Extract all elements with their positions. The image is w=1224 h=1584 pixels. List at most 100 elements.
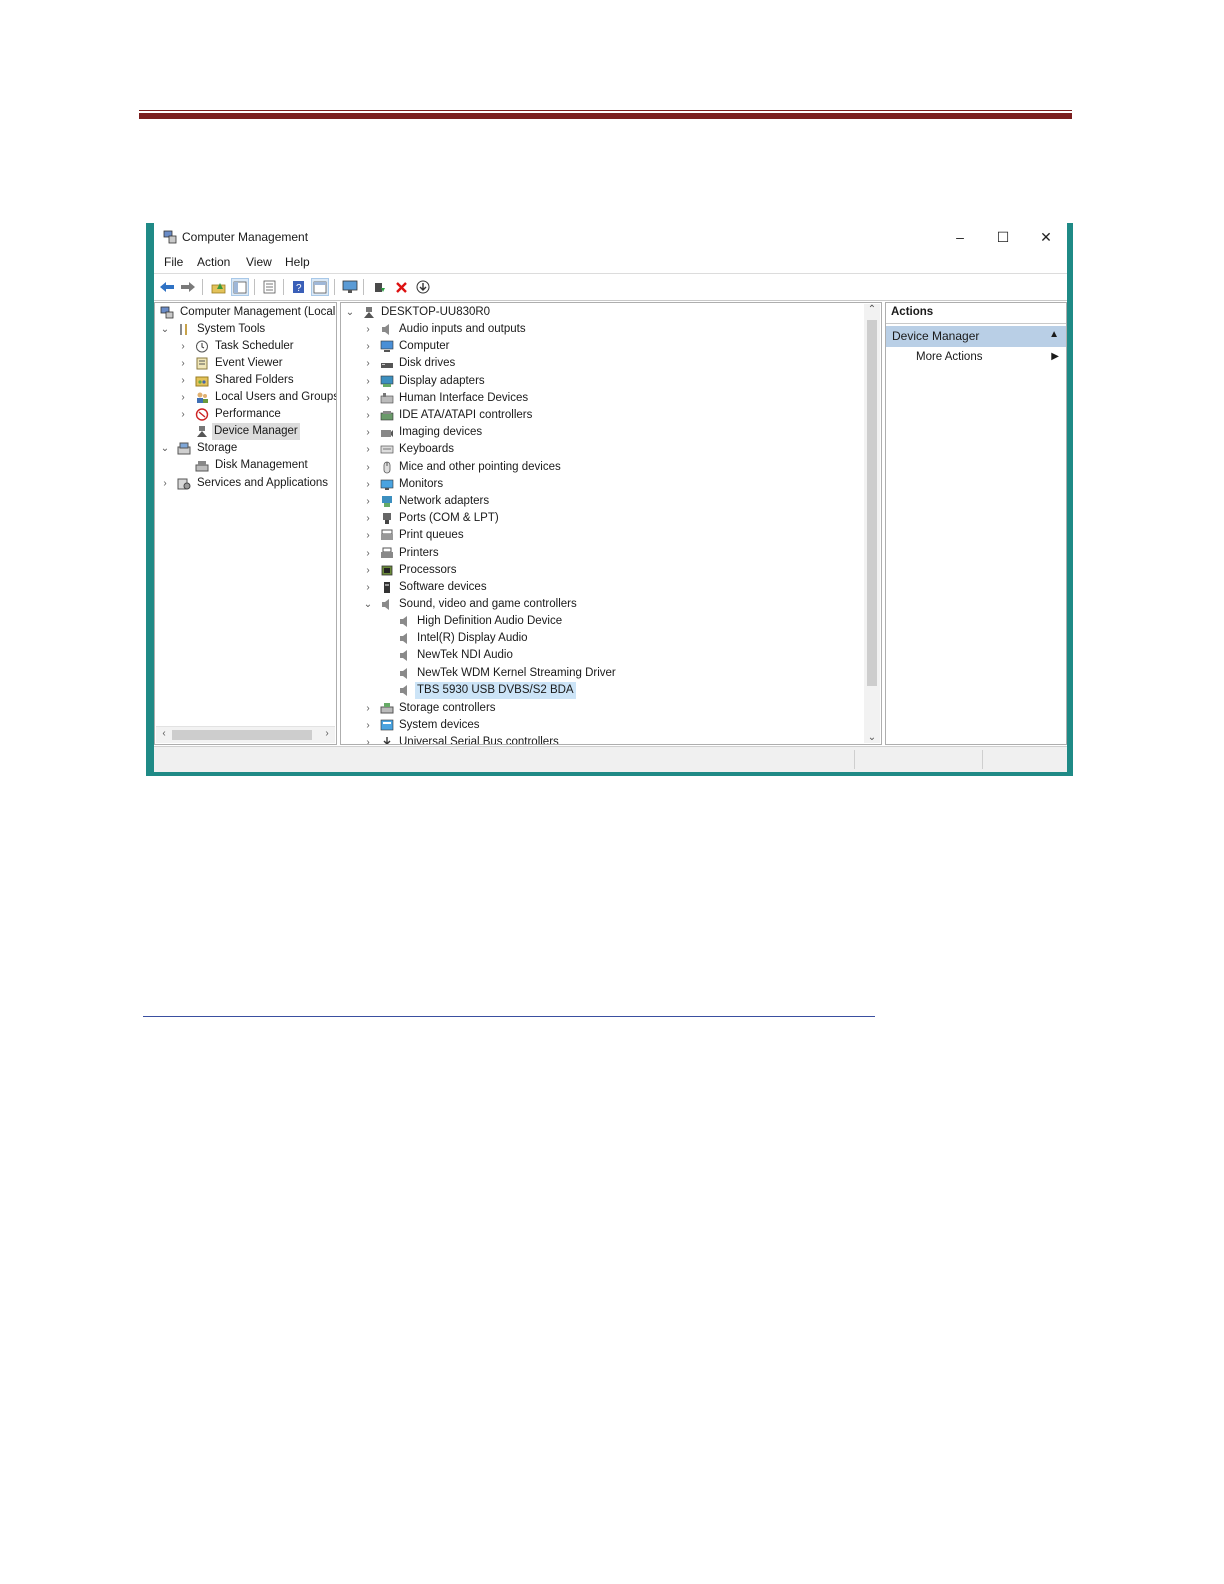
chevron-right-icon[interactable]: › [363, 338, 373, 355]
actions-section-device-manager[interactable]: Device Manager ▲ [886, 326, 1066, 347]
device-category-label: Network adapters [399, 495, 490, 507]
uninstall-icon[interactable] [392, 278, 410, 296]
collapse-up-icon[interactable]: ▲ [1049, 329, 1059, 340]
chevron-right-icon[interactable]: › [178, 338, 188, 355]
scroll-up-icon[interactable]: ⌃ [864, 304, 880, 315]
device-category-label: System devices [399, 719, 480, 732]
computer-icon [380, 340, 394, 353]
chevron-right-icon[interactable]: › [178, 389, 188, 406]
speaker-icon [400, 616, 407, 627]
device-item-label: High Definition Audio Device [417, 615, 563, 627]
footer-rule [143, 1016, 875, 1017]
chevron-right-icon[interactable]: › [363, 459, 373, 476]
device-item-label: NewTek WDM Kernel Streaming Driver [417, 666, 616, 679]
storage-icon [177, 442, 191, 455]
computer-node-icon [364, 307, 374, 318]
menu-action[interactable]: Action [197, 255, 230, 269]
computer-management-window: Computer Management – ☐ ✕ File Action Vi… [146, 223, 1073, 776]
device-category-label: Display adapters [399, 374, 485, 387]
chevron-right-icon[interactable]: › [363, 510, 373, 527]
status-divider [982, 750, 983, 769]
up-folder-icon[interactable] [209, 278, 227, 296]
chevron-right-icon[interactable]: › [363, 579, 373, 596]
chevron-right-icon[interactable]: › [363, 424, 373, 441]
chevron-right-icon[interactable]: › [363, 717, 373, 734]
menu-bar: File Action View Help [154, 252, 1067, 272]
chevron-right-icon[interactable]: › [363, 562, 373, 579]
computer-management-icon [163, 230, 177, 244]
toolbar-separator [254, 279, 255, 295]
device-item-label: TBS 5930 USB DVBS/S2 BDA [415, 681, 576, 699]
tree-item-label: Computer Management (Local [180, 306, 336, 318]
tree-item-label: Services and Applications [197, 477, 329, 489]
close-button[interactable]: ✕ [1026, 225, 1066, 249]
chevron-right-icon[interactable]: › [363, 700, 373, 717]
more-actions-item[interactable]: More Actions ▶ [886, 350, 1066, 368]
vertical-scrollbar[interactable]: ⌃ ⌄ [864, 304, 880, 743]
show-action-pane-icon[interactable] [311, 278, 329, 296]
window-title: Computer Management [182, 230, 309, 244]
scroll-left-icon[interactable]: ‹ [156, 728, 172, 739]
chevron-right-icon[interactable]: › [363, 373, 373, 390]
chevron-right-icon[interactable]: › [178, 355, 188, 372]
chevron-right-icon[interactable]: › [363, 476, 373, 493]
actions-pane: Actions Device Manager ▲ More Actions ▶ [885, 302, 1067, 745]
speaker-icon [382, 599, 389, 610]
display-adapter-icon [380, 375, 394, 387]
chevron-right-icon[interactable]: › [363, 493, 373, 510]
device-category-label: Human Interface Devices [399, 391, 529, 404]
scroll-right-icon[interactable]: › [319, 728, 335, 739]
chevron-right-icon[interactable]: › [178, 372, 188, 389]
status-bar [154, 746, 1067, 772]
chevron-down-icon[interactable]: ⌄ [345, 304, 355, 321]
chevron-right-icon[interactable]: › [363, 527, 373, 544]
menu-file[interactable]: File [164, 255, 183, 269]
menu-help[interactable]: Help [285, 255, 310, 269]
chevron-right-icon[interactable]: › [363, 407, 373, 424]
title-bar[interactable]: Computer Management – ☐ ✕ [154, 223, 1067, 250]
properties-icon[interactable] [260, 278, 278, 296]
back-arrow-icon[interactable] [158, 278, 176, 296]
scroll-thumb[interactable] [172, 730, 312, 740]
device-category-label: Software devices [399, 581, 487, 593]
help-icon[interactable]: ? [289, 278, 307, 296]
chevron-right-icon[interactable]: › [363, 545, 373, 562]
chevron-down-icon[interactable]: ⌄ [160, 440, 170, 457]
toolbar-separator [334, 279, 335, 295]
forward-arrow-icon[interactable] [179, 278, 197, 296]
speaker-icon [382, 324, 389, 335]
actions-header-label: Actions [891, 306, 934, 318]
chevron-right-icon[interactable]: › [363, 390, 373, 407]
hid-icon [380, 392, 394, 404]
users-icon [197, 392, 208, 403]
maximize-button[interactable]: ☐ [983, 225, 1023, 249]
monitor-icon [380, 479, 394, 490]
chevron-right-icon[interactable]: › [363, 321, 373, 338]
scroll-thumb[interactable] [867, 320, 877, 686]
update-driver-icon[interactable] [370, 278, 388, 296]
tree-item-label: Disk Management [215, 459, 308, 471]
more-actions-label: More Actions [916, 351, 983, 363]
chevron-right-icon[interactable]: › [363, 441, 373, 458]
show-hide-tree-icon[interactable] [231, 278, 249, 296]
monitor-icon[interactable] [341, 278, 359, 296]
chevron-right-icon[interactable]: › [178, 406, 188, 423]
chevron-right-icon[interactable]: › [363, 734, 373, 744]
tree-item-label: Device Manager [212, 423, 300, 440]
actions-header: Actions [886, 303, 1066, 324]
chevron-down-icon[interactable]: ⌄ [160, 321, 170, 338]
device-category-label: Mice and other pointing devices [399, 460, 561, 473]
chevron-right-icon[interactable]: › [363, 355, 373, 372]
menu-view[interactable]: View [246, 255, 272, 269]
minimize-button[interactable]: – [940, 225, 980, 249]
chevron-right-icon[interactable]: › [160, 475, 170, 492]
chevron-down-icon[interactable]: ⌄ [363, 596, 373, 613]
scroll-down-icon[interactable]: ⌄ [864, 732, 880, 743]
performance-icon [195, 408, 209, 421]
header-rule-thick [139, 113, 1072, 119]
download-icon[interactable] [414, 278, 432, 296]
device-category-label: IDE ATA/ATAPI controllers [399, 409, 533, 421]
horizontal-scrollbar[interactable]: ‹ › [156, 726, 335, 743]
toolbar: ? [154, 273, 1067, 301]
software-device-icon [384, 582, 390, 593]
